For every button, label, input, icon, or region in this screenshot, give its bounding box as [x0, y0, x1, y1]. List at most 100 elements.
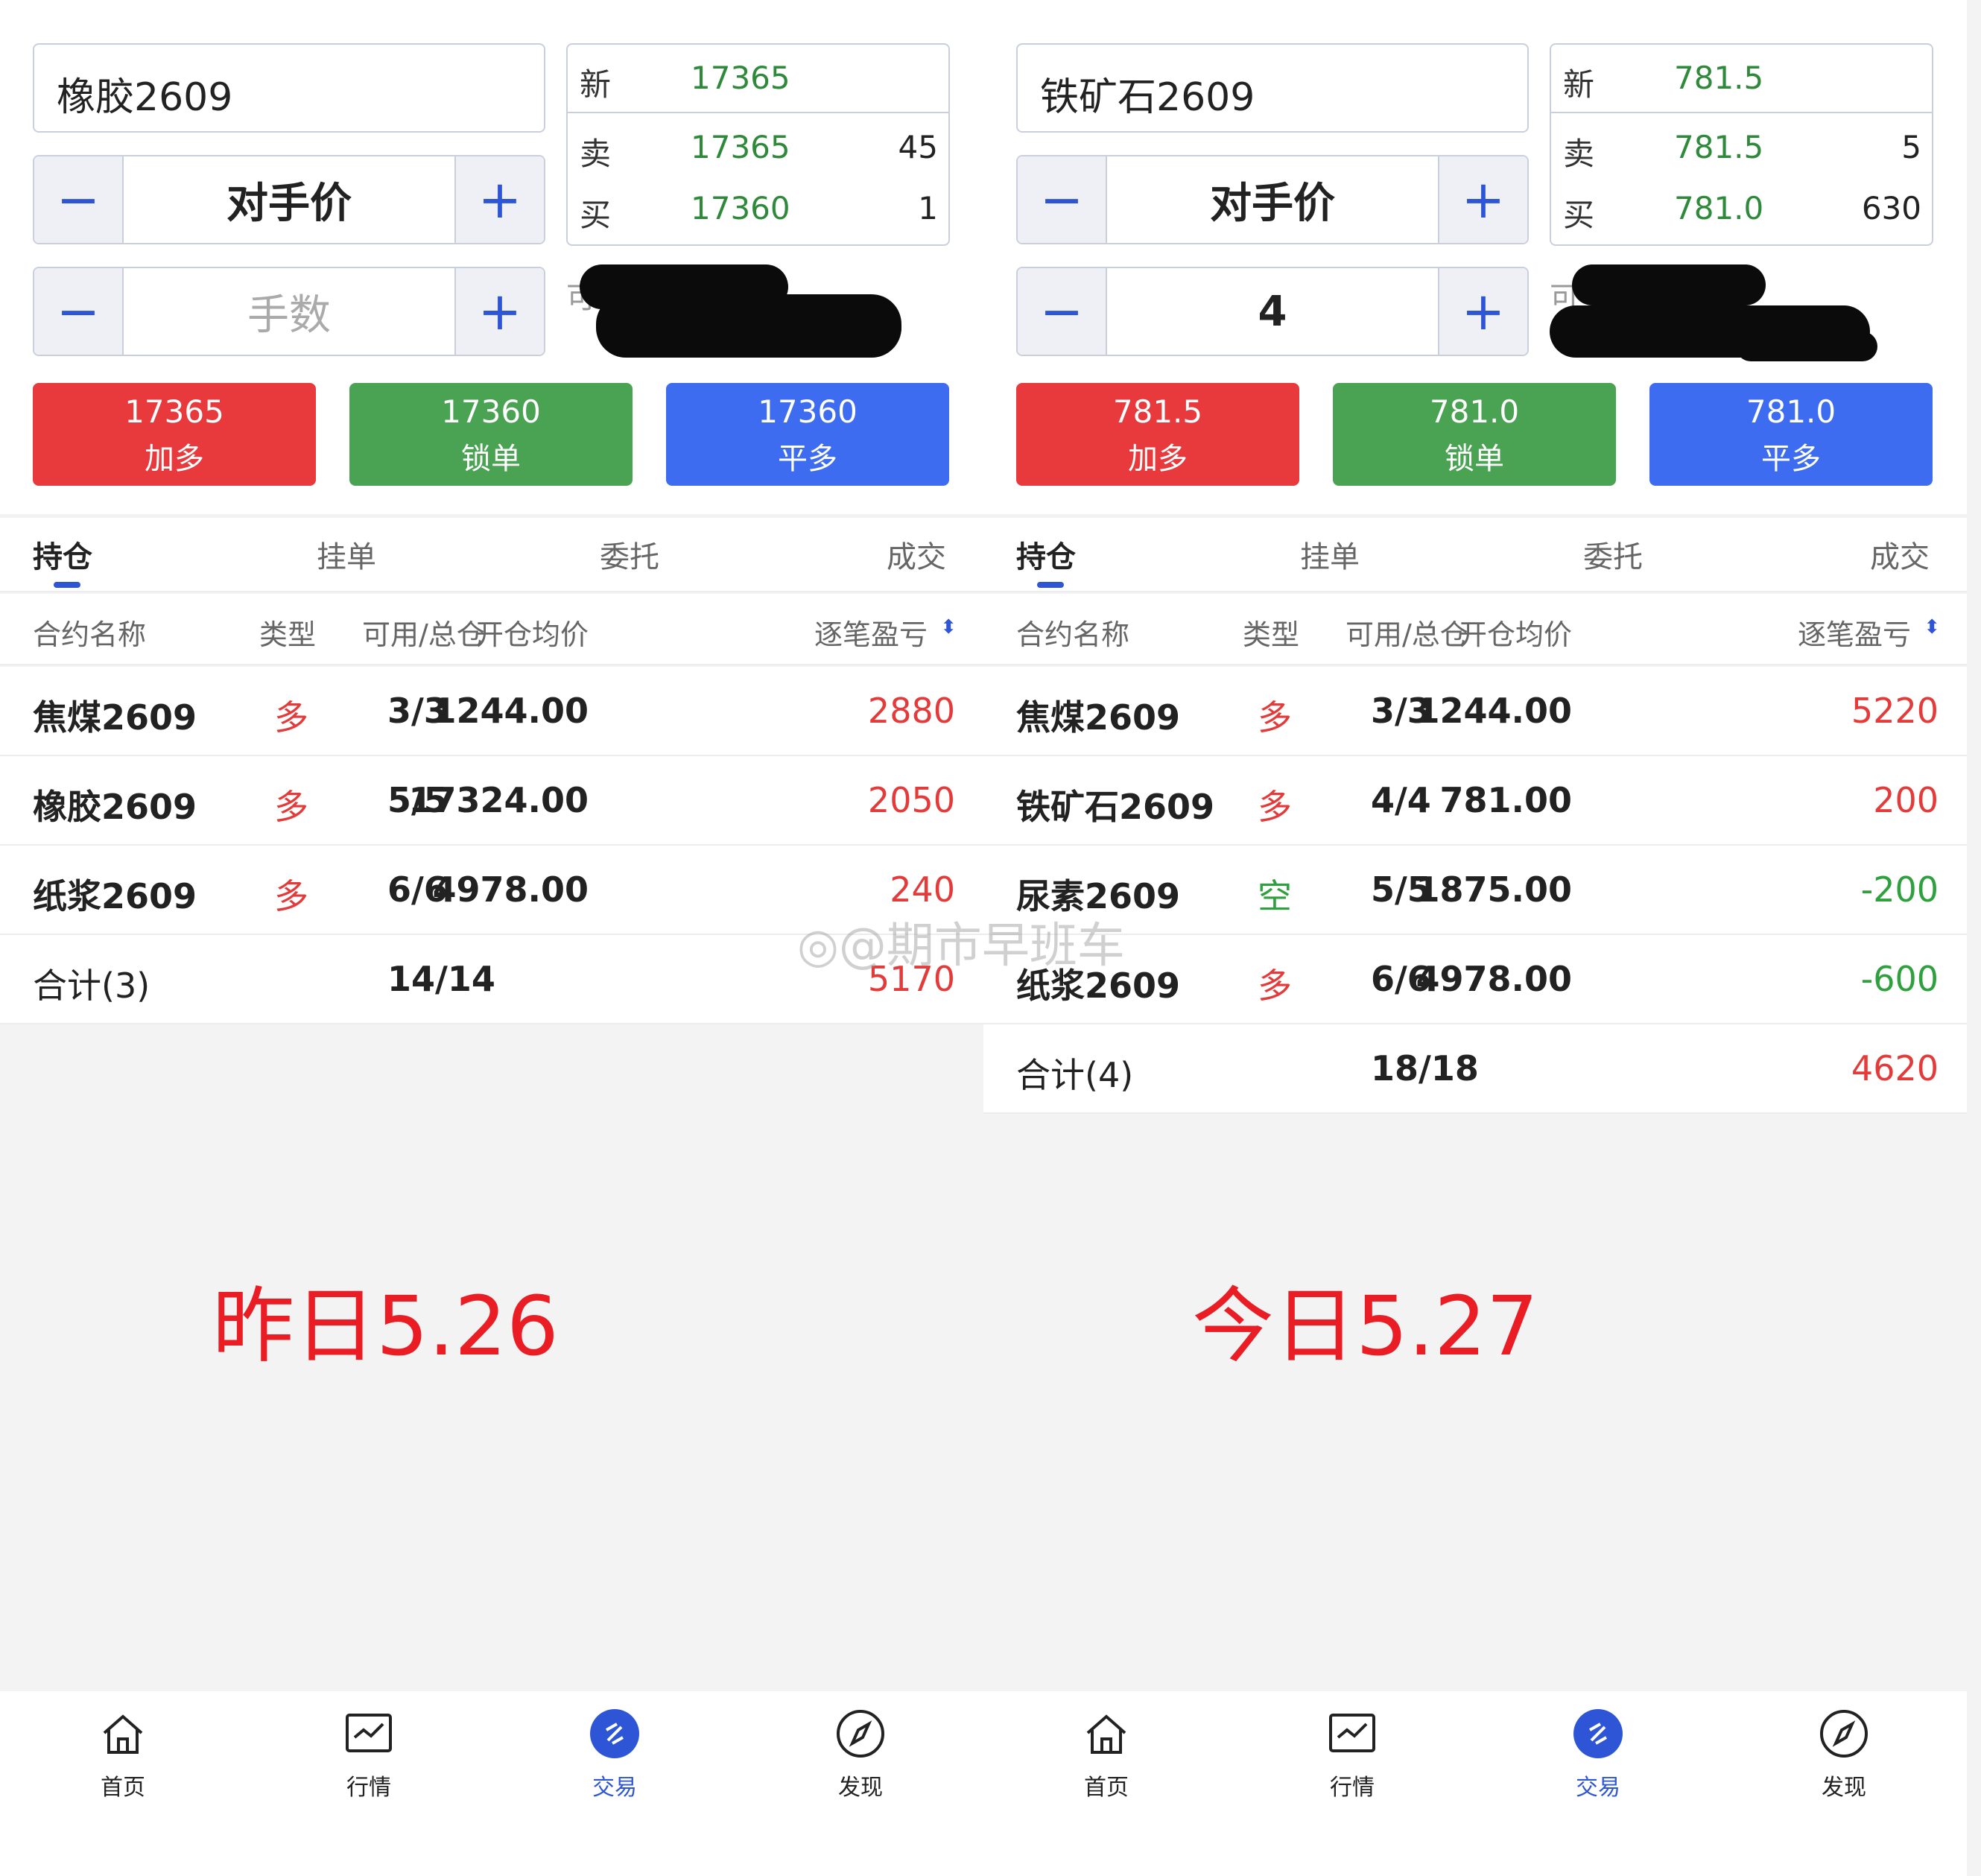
price-stepper[interactable]: − 对手价 +	[1016, 155, 1529, 244]
table-row[interactable]: 纸浆2609 多 6/6 4978.00 -600	[983, 935, 1967, 1024]
nav-label: 首页	[101, 1775, 145, 1801]
direction-cell: 多	[274, 876, 308, 916]
table-row[interactable]: 焦煤2609 多 3/3 1244.00 2880	[0, 667, 983, 756]
nav-trade[interactable]: 交易	[555, 1708, 674, 1801]
quote-row-bid[interactable]: 买 17360 1	[568, 184, 948, 233]
compass-icon	[834, 1708, 887, 1760]
tab-pending[interactable]: 挂单	[1300, 533, 1360, 576]
tab-positions[interactable]: 持仓	[33, 533, 92, 576]
chart-icon	[343, 1708, 395, 1760]
direction-cell: 多	[274, 787, 308, 827]
price-stepper[interactable]: − 对手价 +	[33, 155, 545, 244]
quantity-increase-button[interactable]: +	[1438, 268, 1527, 355]
close-long-button[interactable]: 781.0 平多	[1649, 383, 1933, 486]
position-tabs: 持仓 挂单 委托 成交	[983, 518, 1967, 592]
sort-icon[interactable]: ⬍	[940, 616, 957, 638]
nav-label: 行情	[346, 1775, 391, 1801]
quantity-stepper[interactable]: − 手数 +	[33, 267, 545, 356]
column-header[interactable]: 逐笔盈亏	[814, 612, 928, 653]
nav-label: 交易	[592, 1775, 637, 1801]
redaction-mark	[1736, 332, 1877, 361]
table-row[interactable]: 焦煤2609 多 3/3 1244.00 5220	[983, 667, 1967, 756]
close-long-button[interactable]: 17360 平多	[666, 383, 949, 486]
table-row[interactable]: 铁矿石2609 多 4/4 781.00 200	[983, 756, 1967, 846]
direction-cell: 多	[1258, 697, 1292, 738]
quantity-input[interactable]: 4	[1107, 268, 1438, 355]
tab-trades[interactable]: 成交	[1870, 533, 1930, 576]
nav-home[interactable]: 首页	[1047, 1708, 1166, 1801]
panel-today: 铁矿石2609− 对手价 + −4 + 新 781.5 卖 781.5 5 买 781.0 630 可 78…	[983, 0, 1967, 1876]
quote-label: 买	[580, 197, 612, 233]
quote-label: 卖	[1563, 136, 1595, 172]
lock-button[interactable]: 781.0 锁单	[1333, 383, 1616, 486]
order-entry: 铁矿石2609− 对手价 + −4 + 新 781.5 卖 781.5 5 买 781.0 630 可 78…	[983, 0, 1967, 514]
action-price: 17365	[124, 393, 224, 430]
nav-compass[interactable]: 发现	[1784, 1708, 1904, 1801]
watermark: ◎@期市早班车	[797, 919, 1125, 974]
order-entry: 橡胶2609− 对手价 + − 手数 + 新 17365 卖 17365 45 买 17360 1 可 173…	[0, 0, 983, 514]
quote-label: 卖	[580, 136, 612, 172]
action-price: 17360	[758, 393, 858, 430]
avg-price-cell: 1244.00	[1416, 691, 1572, 731]
quote-row-last[interactable]: 新 781.5	[1551, 54, 1932, 103]
home-icon	[1080, 1708, 1132, 1760]
action-label: 平多	[778, 442, 837, 476]
nav-home[interactable]: 首页	[63, 1708, 183, 1801]
sort-icon[interactable]: ⬍	[1924, 616, 1940, 638]
pnl-cell: 5220	[1851, 691, 1939, 731]
quantity-input[interactable]: 手数	[124, 268, 454, 355]
quote-price: 17365	[691, 60, 790, 96]
price-decrease-button[interactable]: −	[34, 156, 124, 243]
quote-row-ask[interactable]: 卖 17365 45	[568, 123, 948, 172]
add-long-button[interactable]: 781.5 加多	[1016, 383, 1299, 486]
action-price: 781.5	[1112, 393, 1203, 430]
price-increase-button[interactable]: +	[1438, 156, 1527, 243]
direction-cell: 多	[274, 697, 308, 738]
tab-trades[interactable]: 成交	[887, 533, 946, 576]
date-caption: 今日5.27	[1192, 1278, 1538, 1374]
add-long-button[interactable]: 17365 加多	[33, 383, 316, 486]
quote-panel: 新 781.5 卖 781.5 5 买 781.0 630	[1550, 43, 1933, 246]
price-decrease-button[interactable]: −	[1018, 156, 1107, 243]
action-label: 加多	[1128, 442, 1188, 476]
lock-button[interactable]: 17360 锁单	[349, 383, 633, 486]
pnl-cell: 2880	[867, 691, 955, 731]
tab-orders[interactable]: 委托	[1583, 533, 1643, 576]
quote-row-last[interactable]: 新 17365	[568, 54, 948, 103]
tab-orders[interactable]: 委托	[600, 533, 659, 576]
column-header: 可用/总仓	[362, 618, 485, 651]
column-header: 可用/总仓	[1346, 618, 1468, 651]
quote-row-bid[interactable]: 买 781.0 630	[1551, 184, 1932, 233]
contract-selector[interactable]: 橡胶2609	[33, 43, 545, 133]
nav-chart[interactable]: 行情	[1293, 1708, 1412, 1801]
quantity-stepper[interactable]: −4 +	[1016, 267, 1529, 356]
table-row[interactable]: 尿素2609 空 5/5 1875.00 -200	[983, 846, 1967, 935]
column-header: 类型	[259, 618, 317, 651]
direction-cell: 多	[1258, 787, 1292, 827]
quantity-decrease-button[interactable]: −	[34, 268, 124, 355]
price-increase-button[interactable]: +	[454, 156, 544, 243]
quantity-decrease-button[interactable]: −	[1018, 268, 1107, 355]
bottom-nav: 首页 行情 交易 发现	[983, 1691, 1967, 1876]
contract-cell: 纸浆2609	[33, 876, 197, 916]
table-row[interactable]: 橡胶2609 多 5/5 17324.00 2050	[0, 756, 983, 846]
quote-volume: 5	[1901, 129, 1921, 165]
contract-selector[interactable]: 铁矿石2609	[1016, 43, 1529, 133]
quote-price: 781.5	[1674, 60, 1764, 96]
table-header: 合约名称 类型 可用/总仓 开仓均价 逐笔盈亏 ⬍	[0, 594, 983, 665]
direction-cell: 多	[1258, 966, 1292, 1006]
nav-chart[interactable]: 行情	[309, 1708, 428, 1801]
comparison-screenshot: 橡胶2609− 对手价 + − 手数 + 新 17365 卖 17365 45 买 17360 1 可 173…	[0, 0, 1981, 1876]
action-price: 17360	[441, 393, 541, 430]
nav-trade[interactable]: 交易	[1538, 1708, 1658, 1801]
redaction-mark	[1572, 264, 1766, 305]
quote-label: 新	[580, 66, 612, 103]
nav-compass[interactable]: 发现	[801, 1708, 920, 1801]
column-header[interactable]: 逐笔盈亏	[1798, 612, 1911, 653]
pnl-cell: 200	[1873, 780, 1939, 820]
tab-positions[interactable]: 持仓	[1016, 533, 1076, 576]
quantity-increase-button[interactable]: +	[454, 268, 544, 355]
redaction-mark	[738, 309, 901, 346]
tab-pending[interactable]: 挂单	[317, 533, 376, 576]
quote-row-ask[interactable]: 卖 781.5 5	[1551, 123, 1932, 172]
